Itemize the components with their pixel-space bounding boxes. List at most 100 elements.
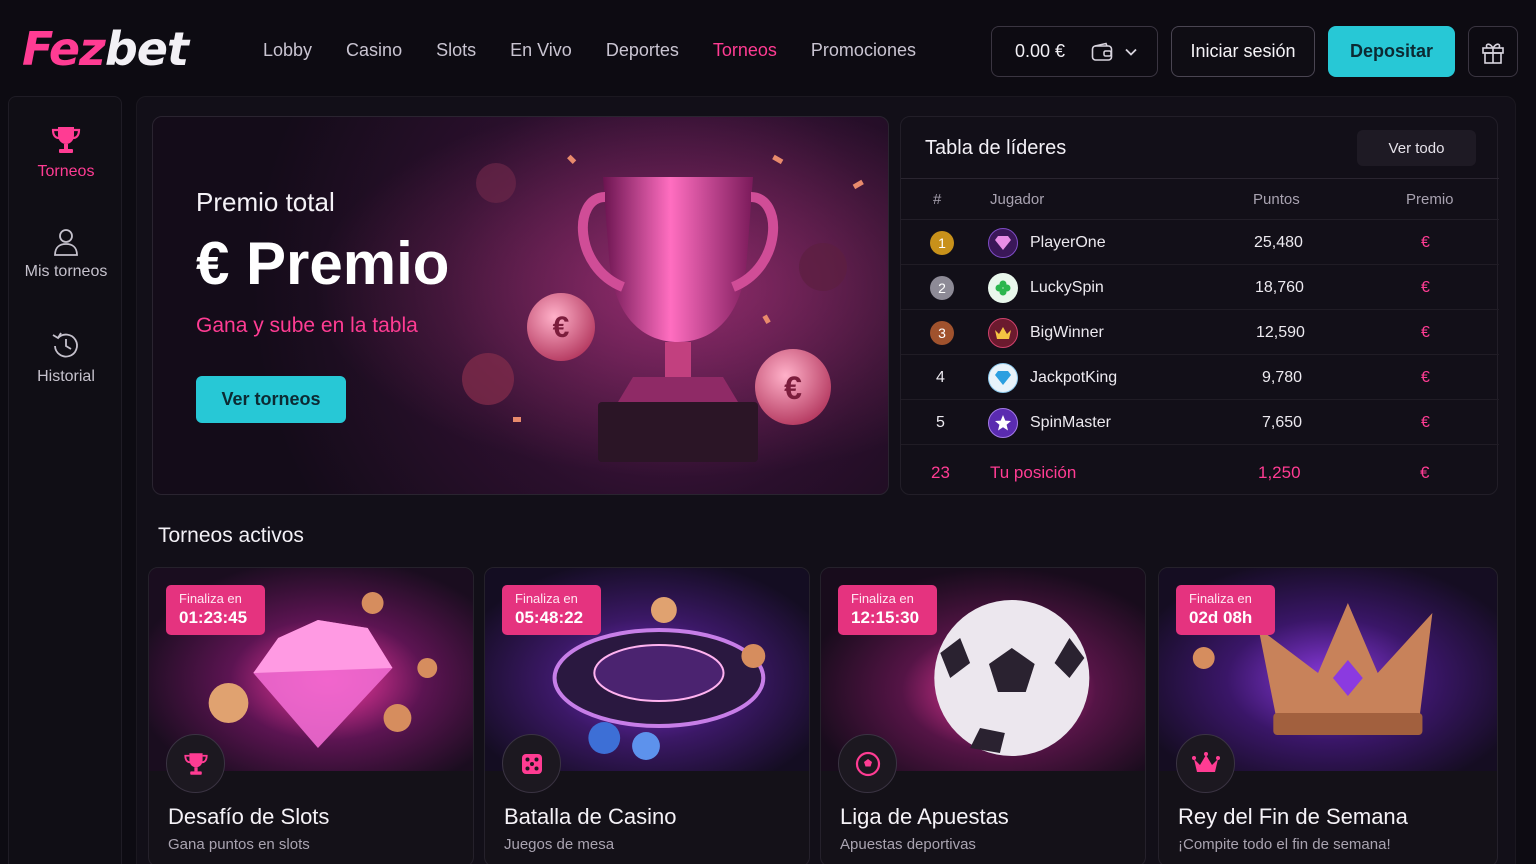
col-points: Puntos <box>1253 191 1300 208</box>
col-prize: Premio <box>1406 191 1454 208</box>
hero-trophy-illustration: € € <box>153 117 888 494</box>
tournament-card-slots[interactable]: Finaliza en 01:23:45 Desafío de Slots Gan… <box>148 567 474 864</box>
deposit-button[interactable]: Depositar <box>1328 26 1455 77</box>
ends-label: Finaliza en <box>1189 591 1252 606</box>
player-name: BigWinner <box>1030 324 1104 341</box>
crown-icon <box>988 318 1018 348</box>
hero-prize-value: € Premio <box>196 230 450 297</box>
bronze-medal-badge: 3 <box>930 321 954 345</box>
player-name: PlayerOne <box>1030 234 1106 251</box>
my-prize: € <box>1420 463 1430 482</box>
player-points: 18,760 <box>1255 279 1304 296</box>
wallet-balance-dropdown[interactable]: 0.00 € <box>991 26 1158 77</box>
nav-deportes[interactable]: Deportes <box>606 40 679 61</box>
sidebar: Torneos Mis torneos Historial <box>8 96 122 864</box>
nav-promociones[interactable]: Promociones <box>811 40 916 61</box>
player-name: SpinMaster <box>1030 414 1111 431</box>
card-subtitle: Juegos de mesa <box>504 836 615 853</box>
trophy-icon <box>166 734 225 793</box>
player-points: 25,480 <box>1254 234 1303 251</box>
my-points: 1,250 <box>1258 463 1301 482</box>
dice-icon <box>502 734 561 793</box>
col-rank: # <box>933 191 942 208</box>
table-row[interactable]: 4 JackpotKing 9,780 € <box>901 355 1499 400</box>
star-icon <box>988 408 1018 438</box>
trophy-icon <box>51 127 81 153</box>
ends-label: Finaliza en <box>851 591 914 606</box>
card-title: Rey del Fin de Semana <box>1178 804 1408 829</box>
ends-label: Finaliza en <box>179 591 242 606</box>
gift-icon <box>1482 42 1504 64</box>
table-row[interactable]: 2 LuckySpin 18,760 € <box>901 265 1499 310</box>
card-subtitle: ¡Compite todo el fin de semana! <box>1178 836 1391 853</box>
clover-icon <box>988 273 1018 303</box>
player-points: 7,650 <box>1262 414 1303 431</box>
countdown-badge: Finaliza en 05:48:22 <box>502 585 601 635</box>
balance-value: 0.00 € <box>1015 41 1066 61</box>
nav-lobby[interactable]: Lobby <box>263 40 312 61</box>
countdown-badge: Finaliza en 01:23:45 <box>166 585 265 635</box>
player-prize: € <box>1421 414 1430 431</box>
leaderboard-panel: Tabla de líderes Ver todo # Jugador Punt… <box>900 116 1499 495</box>
svg-text:€: € <box>784 370 802 406</box>
history-icon <box>52 332 78 358</box>
countdown-value: 05:48:22 <box>515 608 584 627</box>
logo-text-fez: Fez <box>22 22 106 76</box>
sidebar-label-historial: Historial <box>37 368 95 385</box>
user-icon <box>54 229 78 256</box>
wallet-icon <box>1091 42 1113 61</box>
nav-casino[interactable]: Casino <box>346 40 402 61</box>
login-button[interactable]: Iniciar sesión <box>1171 26 1315 77</box>
sidebar-label-torneos: Torneos <box>37 163 95 180</box>
hero-banner: € € Premio total € Premio Gana y sube en… <box>152 116 889 495</box>
hero-total-label: Premio total <box>196 187 335 217</box>
my-position-row[interactable]: 23 Tu posición 1,250 € <box>901 447 1499 492</box>
countdown-value: 02d 08h <box>1189 608 1253 627</box>
hero-subtitle: Gana y sube en la tabla <box>196 314 418 337</box>
diamond-icon <box>988 228 1018 258</box>
player-prize: € <box>1421 369 1430 386</box>
diamond-icon <box>988 363 1018 393</box>
player-points: 12,590 <box>1256 324 1305 341</box>
countdown-badge: Finaliza en 12:15:30 <box>838 585 937 635</box>
sidebar-item-torneos[interactable]: Torneos <box>9 123 123 181</box>
table-row[interactable]: 3 BigWinner 12,590 € <box>901 310 1499 355</box>
gift-button[interactable] <box>1468 26 1518 77</box>
player-name: LuckySpin <box>1030 279 1104 296</box>
sidebar-label-mis-torneos: Mis torneos <box>24 263 108 280</box>
countdown-value: 01:23:45 <box>179 608 248 627</box>
tournament-card-sports[interactable]: Finaliza en 12:15:30 Liga de Apuestas Apu… <box>820 567 1146 864</box>
player-name: JackpotKing <box>1030 369 1118 386</box>
my-position-label: Tu posición <box>990 463 1077 482</box>
silver-medal-badge: 2 <box>930 276 954 300</box>
soccer-ball-icon <box>838 734 897 793</box>
nav-en-vivo[interactable]: En Vivo <box>510 40 572 61</box>
player-prize: € <box>1421 324 1430 341</box>
tournament-card-casino[interactable]: Finaliza en 05:48:22 Batalla de Casino Ju… <box>484 567 810 864</box>
brand-logo[interactable]: Fezbet <box>22 22 189 76</box>
section-title-active-tournaments: Torneos activos <box>158 524 304 547</box>
nav-slots[interactable]: Slots <box>436 40 476 61</box>
table-row[interactable]: 5 SpinMaster 7,650 € <box>901 400 1499 445</box>
player-prize: € <box>1421 279 1430 296</box>
countdown-value: 12:15:30 <box>851 608 920 627</box>
leaderboard-header: # Jugador Puntos Premio <box>901 178 1499 220</box>
sidebar-item-mis-torneos[interactable]: Mis torneos <box>9 227 123 281</box>
ends-label: Finaliza en <box>515 591 578 606</box>
top-bar: Fezbet Lobby Casino Slots En Vivo Deport… <box>0 0 1536 96</box>
crown-icon <box>1176 734 1235 793</box>
table-row[interactable]: 1 PlayerOne 25,480 € <box>901 220 1499 265</box>
card-subtitle: Apuestas deportivas <box>840 836 976 853</box>
card-title: Desafío de Slots <box>168 804 330 829</box>
leaderboard-title: Tabla de líderes <box>925 137 1067 159</box>
sidebar-item-historial[interactable]: Historial <box>9 330 123 386</box>
logo-text-bet: bet <box>104 22 189 76</box>
view-all-button[interactable]: Ver todo <box>1357 130 1476 166</box>
my-rank: 23 <box>931 463 950 482</box>
player-prize: € <box>1421 234 1430 251</box>
view-tournaments-button[interactable]: Ver torneos <box>196 376 346 423</box>
nav-torneos[interactable]: Torneos <box>713 40 777 61</box>
gold-medal-badge: 1 <box>930 231 954 255</box>
tournament-card-weekend[interactable]: Finaliza en 02d 08h Rey del Fin de Semana… <box>1158 567 1498 864</box>
player-rank: 5 <box>936 414 945 431</box>
